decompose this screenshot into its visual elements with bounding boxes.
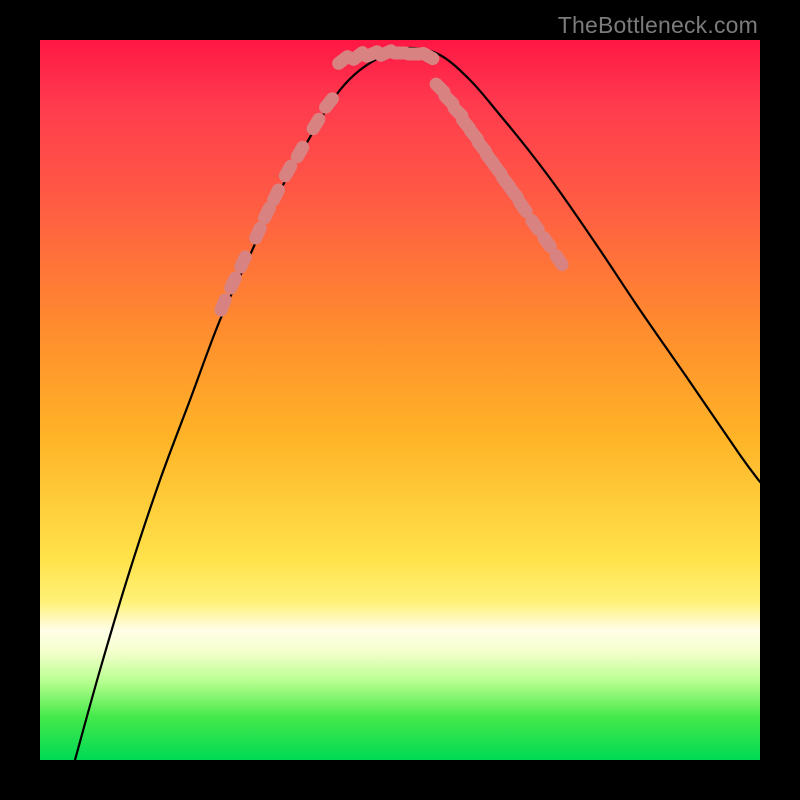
data-marker [520,203,526,212]
data-marker [339,57,348,64]
data-marker [556,255,562,264]
data-marker [221,300,225,310]
watermark-text: TheBottleneck.com [558,12,758,39]
data-marker [423,53,433,58]
bottleneck-curve [75,48,760,760]
data-marker [256,228,261,238]
data-marker [326,99,333,108]
data-marker [241,257,246,267]
data-marker [231,278,236,288]
chart-frame: TheBottleneck.com [0,0,800,800]
data-marker [511,189,518,198]
data-marker [532,221,538,230]
data-marker [265,208,270,218]
marker-group [221,51,562,310]
data-marker [297,147,302,157]
plot-area [40,40,760,760]
data-marker [544,238,550,247]
data-marker [274,190,279,200]
curve-svg [40,40,760,760]
data-marker [313,119,319,128]
data-marker [285,166,290,176]
